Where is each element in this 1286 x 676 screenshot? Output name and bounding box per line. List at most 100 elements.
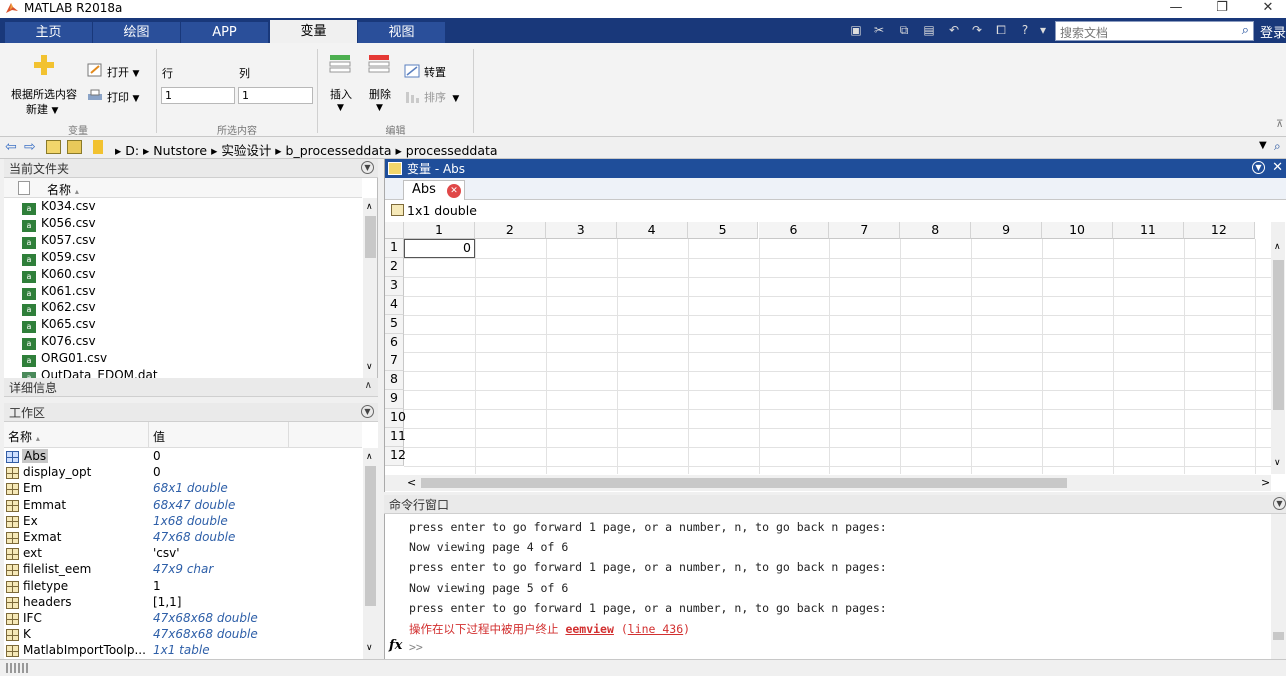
cut-icon[interactable]: ✂: [870, 21, 888, 39]
row-header[interactable]: 2: [385, 257, 404, 277]
help-icon[interactable]: ?: [1016, 21, 1034, 39]
command-window-actions-icon[interactable]: ▼: [1273, 497, 1286, 510]
function-browser-icon[interactable]: fx: [389, 638, 402, 653]
name-column-header[interactable]: 名称 ▴: [47, 181, 79, 198]
expand-details-icon[interactable]: ∧: [365, 380, 372, 391]
value-column-header[interactable]: 值: [153, 428, 165, 445]
login-link[interactable]: 登录: [1260, 22, 1286, 41]
sort-icon[interactable]: [404, 90, 420, 104]
file-list-item[interactable]: a K034.csv: [22, 199, 96, 216]
row-header[interactable]: 5: [385, 314, 404, 334]
row-header[interactable]: 1: [385, 239, 404, 258]
file-list-item[interactable]: a K062.csv: [22, 300, 96, 317]
workspace-variable-row[interactable]: filelist_eem 47x9 char: [4, 562, 362, 578]
error-function-link[interactable]: eemview: [565, 622, 613, 636]
collapse-ribbon-icon[interactable]: ⊼: [1276, 119, 1283, 130]
column-header[interactable]: 9: [971, 222, 1043, 239]
editor-close-icon[interactable]: ✕: [1272, 160, 1283, 175]
insert-dropdown-icon[interactable]: ▼: [337, 103, 344, 113]
grid-hscroll-thumb[interactable]: [421, 478, 1067, 488]
search-icon[interactable]: ⌕: [1242, 23, 1249, 38]
column-input[interactable]: 1: [238, 87, 313, 104]
grid-cell-1-1[interactable]: 0: [404, 239, 475, 258]
switch-windows-icon[interactable]: ⧠: [992, 21, 1010, 39]
column-header[interactable]: 5: [687, 222, 759, 239]
new-from-selection-icon[interactable]: [32, 53, 56, 77]
delete-dropdown-icon[interactable]: ▼: [376, 103, 383, 113]
column-header[interactable]: 8: [900, 222, 972, 239]
row-header[interactable]: 3: [385, 276, 404, 296]
undo-icon[interactable]: ↶: [945, 21, 963, 39]
column-header[interactable]: 12: [1183, 222, 1255, 239]
command-window[interactable]: press enter to go forward 1 page, or a n…: [384, 514, 1286, 659]
error-line-link[interactable]: line 436: [628, 622, 683, 636]
row-header[interactable]: 9: [385, 390, 404, 410]
workspace-variable-row[interactable]: Em 68x1 double: [4, 481, 362, 497]
browse-folder-icon[interactable]: [67, 140, 82, 154]
file-list-item[interactable]: a K056.csv: [22, 216, 96, 233]
sort-button[interactable]: 排序 ▼: [424, 89, 459, 105]
grid-horizontal-scrollbar[interactable]: < >: [385, 475, 1271, 491]
column-header[interactable]: 4: [616, 222, 688, 239]
editor-actions-icon[interactable]: ▼: [1252, 161, 1265, 174]
row-input[interactable]: 1: [161, 87, 235, 104]
tab-variable[interactable]: 变量: [270, 20, 357, 43]
row-header[interactable]: 8: [385, 371, 404, 391]
workspace-variable-row[interactable]: Abs 0: [4, 449, 362, 465]
open-icon[interactable]: [87, 63, 103, 77]
transpose-icon[interactable]: [404, 64, 420, 78]
forward-icon[interactable]: ⇨: [24, 139, 36, 155]
insert-button[interactable]: 插入: [330, 86, 352, 102]
minimize-button[interactable]: —: [1156, 0, 1196, 18]
column-header[interactable]: 7: [829, 222, 901, 239]
folder-scrollbar[interactable]: ∧ ∨: [363, 198, 377, 378]
delete-icon[interactable]: [368, 53, 390, 73]
new-from-selection-label[interactable]: 根据所选内容: [11, 86, 77, 102]
file-list-item[interactable]: a K060.csv: [22, 267, 96, 284]
file-list-item[interactable]: a K059.csv: [22, 250, 96, 267]
transpose-button[interactable]: 转置: [424, 64, 446, 80]
save-icon[interactable]: ▣: [847, 21, 865, 39]
row-header[interactable]: 11: [385, 428, 406, 447]
delete-button[interactable]: 删除: [369, 86, 391, 102]
panel-actions-icon[interactable]: ▼: [361, 161, 374, 174]
workspace-actions-icon[interactable]: ▼: [361, 405, 374, 418]
restore-button[interactable]: ❐: [1202, 0, 1242, 18]
column-header[interactable]: 6: [758, 222, 830, 239]
search-documentation-input[interactable]: 搜索文档 ⌕: [1055, 21, 1254, 41]
file-list-item[interactable]: a ORG01.csv: [22, 351, 107, 368]
workspace-variable-row[interactable]: headers [1,1]: [4, 595, 362, 611]
paste-icon[interactable]: ▤: [920, 21, 938, 39]
workspace-scroll-thumb[interactable]: [365, 466, 376, 606]
column-header[interactable]: 11: [1113, 222, 1184, 239]
redo-icon[interactable]: ↷: [968, 21, 986, 39]
row-header[interactable]: 10: [385, 409, 406, 429]
grid-vscroll-thumb[interactable]: [1273, 260, 1284, 410]
file-list-item[interactable]: a K076.csv: [22, 334, 96, 351]
row-header[interactable]: 12: [385, 446, 406, 466]
command-scroll-thumb[interactable]: [1273, 632, 1284, 640]
command-prompt[interactable]: >>: [409, 640, 423, 654]
close-tab-icon[interactable]: ✕: [447, 184, 461, 198]
tab-apps[interactable]: APP: [181, 22, 268, 43]
variable-tab-abs[interactable]: Abs ✕: [403, 180, 465, 200]
row-header[interactable]: 4: [385, 295, 404, 315]
grid-vertical-scrollbar[interactable]: ∧ ∨: [1271, 222, 1285, 474]
workspace-variable-row[interactable]: filetype 1: [4, 579, 362, 595]
help-dropdown-icon[interactable]: ▾: [1036, 21, 1050, 39]
row-header[interactable]: 6: [385, 333, 404, 353]
workspace-variable-row[interactable]: Ex 1x68 double: [4, 514, 362, 530]
new-from-selection-label-2[interactable]: 新建 ▼: [26, 101, 58, 117]
folder-scroll-thumb[interactable]: [365, 216, 376, 258]
print-icon[interactable]: [87, 89, 103, 103]
back-icon[interactable]: ⇦: [5, 139, 17, 155]
insert-icon[interactable]: [329, 53, 351, 73]
close-button[interactable]: ✕: [1248, 0, 1286, 18]
workspace-variable-row[interactable]: Exmat 47x68 double: [4, 530, 362, 546]
file-list-item[interactable]: a K061.csv: [22, 284, 96, 301]
workspace-variable-row[interactable]: MatlabImportToolp... 1x1 table: [4, 643, 362, 659]
file-list-item[interactable]: a OutData_EDOM.dat: [22, 368, 158, 378]
column-header[interactable]: 10: [1042, 222, 1113, 239]
workspace-variable-row[interactable]: IFC 47x68x68 double: [4, 611, 362, 627]
row-header[interactable]: 7: [385, 352, 404, 372]
